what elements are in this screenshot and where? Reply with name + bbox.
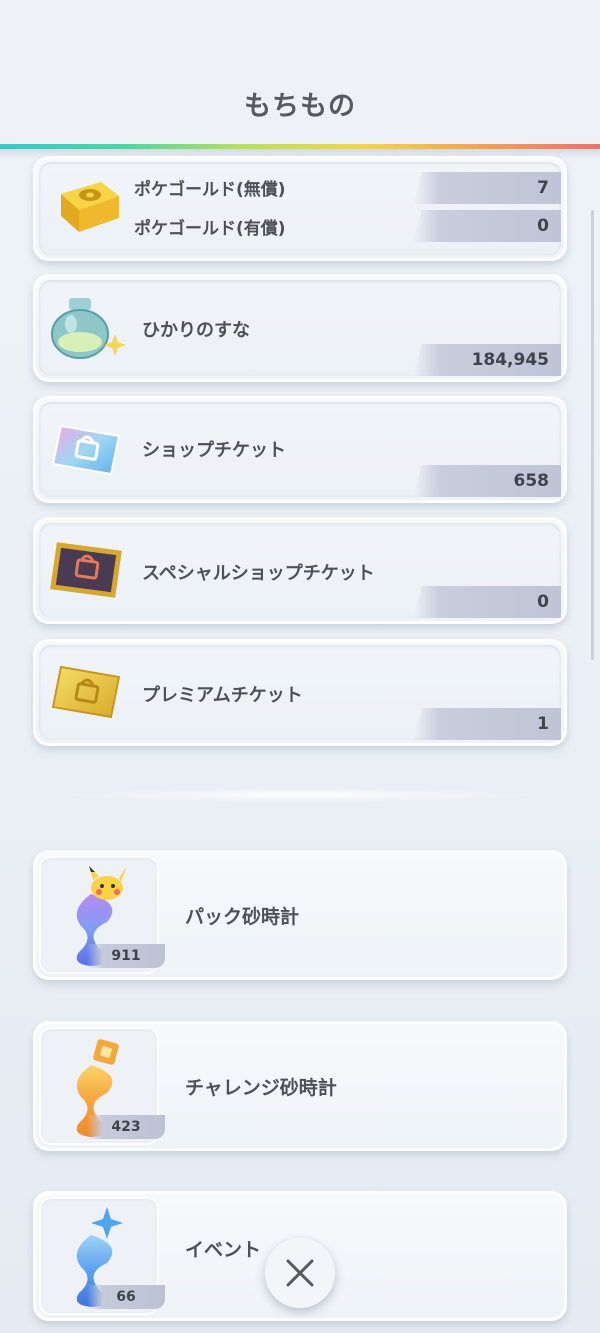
hourglass-count-event: 66: [87, 1285, 165, 1309]
close-button[interactable]: [265, 1238, 335, 1308]
hourglass-thumb: 911: [39, 856, 165, 974]
item-card-special-shop-ticket: スペシャルショップチケット 0: [33, 517, 567, 624]
pokegold-free-label: ポケゴールド(無償): [134, 180, 286, 200]
close-icon: [286, 1259, 314, 1287]
pokegold-paid-label: ポケゴールド(有償): [134, 219, 286, 239]
hourglass-label-challenge: チャレンジ砂時計: [185, 1077, 337, 1099]
item-card-premium-ticket: プレミアムチケット 1: [33, 639, 567, 746]
pokegold-free-value: 7: [413, 172, 561, 204]
item-label-special-shop-ticket: スペシャルショップチケット: [142, 563, 375, 584]
gold-bar-icon: [61, 182, 119, 232]
header: もちもの: [0, 0, 600, 150]
shop-ticket-icon: [51, 424, 121, 476]
page-title: もちもの: [244, 91, 356, 122]
stardust-bottle-icon: [51, 298, 126, 359]
item-label-stardust: ひかりのすな: [142, 320, 250, 341]
item-value-stardust: 184,945: [413, 344, 561, 376]
hourglass-card-challenge: 423 チャレンジ砂時計: [33, 1021, 567, 1151]
item-value-special-shop-ticket: 0: [413, 586, 561, 618]
hourglass-card-pack: 911 パック砂時計: [33, 850, 567, 980]
hourglass-count-pack: 911: [87, 944, 165, 968]
item-label-premium-ticket: プレミアムチケット: [142, 685, 303, 706]
pokegold-card: ポケゴールド(無償) ポケゴールド(有償) 7 0: [33, 156, 567, 261]
item-value-shop-ticket: 658: [413, 465, 561, 497]
item-card-stardust: ひかりのすな 184,945: [33, 274, 567, 382]
special-shop-ticket-icon: [50, 542, 122, 598]
scrollbar[interactable]: [591, 210, 594, 660]
premium-ticket-icon: [51, 665, 121, 719]
hourglass-label-pack: パック砂時計: [185, 906, 300, 928]
section-divider: [60, 788, 540, 802]
hourglass-count-challenge: 423: [87, 1115, 165, 1139]
item-value-premium-ticket: 1: [413, 708, 561, 740]
pokegold-paid-value: 0: [413, 210, 561, 242]
hourglass-label-event: イベント: [185, 1239, 262, 1261]
item-card-shop-ticket: ショップチケット 658: [33, 396, 567, 503]
item-label-shop-ticket: ショップチケット: [142, 440, 286, 461]
hourglass-thumb: 66: [39, 1197, 165, 1315]
hourglass-thumb: 423: [39, 1027, 165, 1145]
